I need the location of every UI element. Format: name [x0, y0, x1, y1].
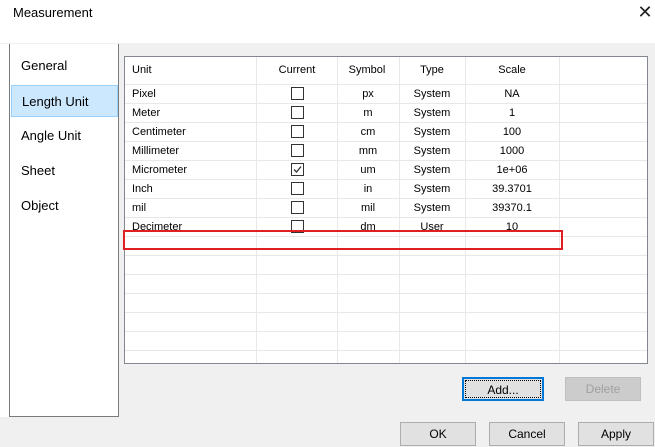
type-cell: System — [413, 88, 451, 100]
symbol-cell: in — [363, 183, 373, 195]
symbol-cell: mil — [360, 202, 376, 214]
current-checkbox[interactable] — [291, 163, 304, 176]
column-header-unit[interactable]: Unit — [132, 57, 252, 84]
column-header-type[interactable]: Type — [399, 57, 465, 84]
current-checkbox[interactable] — [291, 144, 304, 157]
row-gridline — [125, 331, 647, 332]
scale-cell: 39370.1 — [492, 202, 532, 214]
scale-cell: 1000 — [499, 145, 525, 157]
apply-button[interactable]: Apply — [578, 422, 654, 446]
current-checkbox[interactable] — [291, 106, 304, 119]
type-cell: System — [413, 126, 451, 138]
scale-cell: 39.3701 — [492, 183, 532, 195]
row-gridline — [125, 293, 647, 294]
unit-cell: mil — [132, 202, 147, 214]
column-header-scale[interactable]: Scale — [465, 57, 559, 84]
symbol-cell: cm — [360, 126, 376, 138]
current-checkbox[interactable] — [291, 182, 304, 195]
window-title: Measurement — [13, 5, 93, 20]
sidebar-item-general[interactable]: General — [11, 50, 118, 82]
type-cell: System — [413, 183, 451, 195]
unit-cell: Millimeter — [132, 145, 180, 157]
sidebar-item-length-unit[interactable]: Length Unit — [11, 85, 118, 117]
column-gridline — [559, 57, 560, 363]
column-header-current[interactable]: Current — [262, 57, 332, 84]
scale-cell: 1e+06 — [496, 164, 528, 176]
scale-cell: 1 — [508, 107, 516, 119]
unit-cell: Meter — [132, 107, 161, 119]
current-checkbox[interactable] — [291, 125, 304, 138]
add-button[interactable]: Add... — [462, 377, 544, 401]
symbol-cell: px — [362, 88, 374, 100]
current-checkbox[interactable] — [291, 87, 304, 100]
row-gridline — [125, 274, 647, 275]
symbol-cell: mm — [358, 145, 378, 157]
sidebar-item-object[interactable]: Object — [11, 190, 118, 222]
row-gridline — [125, 350, 647, 351]
unit-cell: Centimeter — [132, 126, 186, 138]
unit-cell: Micrometer — [132, 164, 188, 176]
cancel-button[interactable]: Cancel — [489, 422, 565, 446]
measurement-dialog: Measurement ✕ General Length Unit Angle … — [0, 0, 655, 447]
current-checkbox[interactable] — [291, 201, 304, 214]
highlighted-row-outline — [123, 230, 563, 250]
sidebar-item-sheet[interactable]: Sheet — [11, 155, 118, 187]
delete-button: Delete — [565, 377, 641, 401]
category-sidebar: General Length Unit Angle Unit Sheet Obj… — [9, 44, 119, 417]
unit-table[interactable]: Unit Current Symbol Type Scale Pixel px Sy… — [124, 56, 648, 364]
symbol-cell: m — [363, 107, 373, 119]
row-gridline — [125, 312, 647, 313]
type-cell: System — [413, 164, 451, 176]
type-cell: System — [413, 145, 451, 157]
type-cell: System — [413, 202, 451, 214]
checkmark-icon — [293, 166, 302, 173]
column-header-symbol[interactable]: Symbol — [337, 57, 397, 84]
dialog-footer: OK Cancel Apply — [0, 417, 655, 447]
row-gridline — [125, 255, 647, 256]
unit-cell: Inch — [132, 183, 153, 195]
close-icon[interactable]: ✕ — [636, 2, 654, 22]
sidebar-item-angle-unit[interactable]: Angle Unit — [11, 120, 118, 152]
add-button-focus-ring — [465, 380, 541, 398]
type-cell: System — [413, 107, 451, 119]
unit-cell: Pixel — [132, 88, 156, 100]
scale-cell: 100 — [502, 126, 522, 138]
symbol-cell: um — [360, 164, 376, 176]
unit-table-body: Unit Current Symbol Type Scale Pixel px Sy… — [125, 57, 647, 363]
column-gridline — [256, 57, 257, 363]
scale-cell: NA — [504, 88, 520, 100]
ok-button[interactable]: OK — [400, 422, 476, 446]
